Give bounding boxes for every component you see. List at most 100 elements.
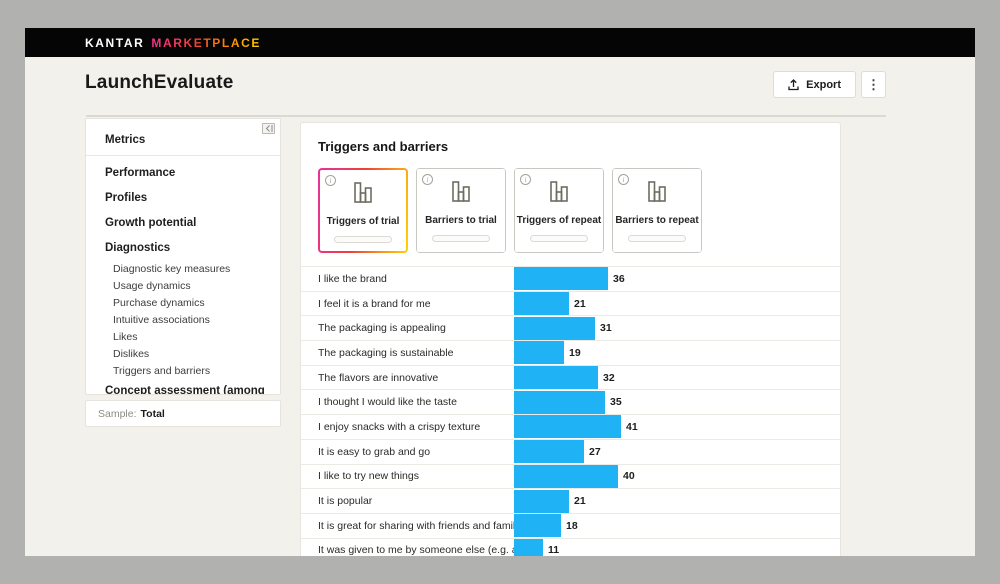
topbar: KANTAR MARKETPLACE: [25, 28, 975, 57]
chart-bar-value: 31: [600, 322, 612, 334]
kebab-icon: ⋮: [867, 77, 880, 93]
chart-bar-value: 18: [566, 520, 578, 532]
bar-chart-icon: [644, 180, 670, 208]
sidebar-item-diagnostics[interactable]: Diagnostics: [86, 235, 280, 260]
chart-bar-area: 31: [514, 316, 840, 340]
tab-card-slider[interactable]: [628, 235, 686, 242]
info-icon[interactable]: i: [325, 175, 336, 186]
tab-card-barriers-to-repeat[interactable]: iBarriers to repeat: [612, 168, 702, 253]
export-button-label: Export: [806, 79, 841, 91]
chart-bar[interactable]: [514, 292, 569, 315]
app-window: KANTAR MARKETPLACE LaunchEvaluate Export…: [25, 28, 975, 556]
tab-card-body: i Barriers to trial: [417, 169, 505, 252]
sidebar-item-intuitive-associations[interactable]: Intuitive associations: [86, 311, 280, 328]
chart-bar-value: 11: [548, 544, 559, 556]
chart-bar[interactable]: [514, 317, 595, 340]
sidebar-item-purchase-dynamics[interactable]: Purchase dynamics: [86, 294, 280, 311]
chart-bar[interactable]: [514, 391, 605, 414]
chart-row-label: It is easy to grab and go: [318, 446, 514, 458]
export-button[interactable]: Export: [773, 71, 856, 98]
chart-row: I feel it is a brand for me21: [301, 292, 840, 317]
chart-row-label: I like to try new things: [318, 470, 514, 482]
chart-bar[interactable]: [514, 415, 621, 438]
chart-bar-area: 19: [514, 341, 840, 365]
chart-bar-area: 11: [514, 539, 840, 556]
tab-card-label: Barriers to trial: [425, 215, 497, 226]
page-title: LaunchEvaluate: [85, 72, 234, 94]
chart-row-label: I like the brand: [318, 273, 514, 285]
chart-row-label: It is popular: [318, 495, 514, 507]
tab-card-body: i Triggers of repeat: [515, 169, 603, 252]
chart-row: The packaging is appealing31: [301, 316, 840, 341]
sample-selector[interactable]: Sample: Total: [85, 400, 281, 427]
chart-bar[interactable]: [514, 539, 543, 556]
metric-tabs-row: iTriggers of trialiBarriers to trialiTri…: [318, 168, 840, 253]
chart-bar-value: 40: [623, 470, 635, 482]
chart-bar-area: 41: [514, 415, 840, 439]
sidebar-item-metrics[interactable]: Metrics: [86, 127, 280, 152]
sidebar-item-triggers-and-barriers[interactable]: Triggers and barriers: [86, 362, 280, 379]
bar-chart-icon: [350, 181, 376, 209]
export-icon: [788, 79, 799, 91]
main-panel: Triggers and barriers iTriggers of trial…: [300, 122, 841, 556]
info-icon[interactable]: i: [520, 174, 531, 185]
sidebar-item-diagnostic-key-measures[interactable]: Diagnostic key measures: [86, 260, 280, 277]
chart-bar-area: 18: [514, 514, 840, 538]
chart-bar-area: 36: [514, 267, 840, 291]
sidebar-item-concept-assessment-among-unaware[interactable]: Concept assessment (among unaware): [86, 384, 280, 395]
tab-card-triggers-of-trial[interactable]: iTriggers of trial: [318, 168, 408, 253]
chart-bar[interactable]: [514, 514, 561, 537]
chart-row-label: I enjoy snacks with a crispy texture: [318, 421, 514, 433]
chart-bar-value: 19: [569, 347, 581, 359]
sidebar-nav-list: Metrics PerformanceProfilesGrowth potenti…: [86, 127, 280, 395]
bar-chart-icon: [448, 180, 474, 208]
chart-row: The packaging is sustainable19: [301, 341, 840, 366]
bar-chart: I like the brand 36 I feel it is a brand f…: [301, 266, 840, 556]
chart-bar[interactable]: [514, 490, 569, 513]
chart-bar[interactable]: [514, 465, 618, 488]
tab-card-slider[interactable]: [530, 235, 588, 242]
chart-bar-value: 35: [610, 396, 622, 408]
chart-bar-value: 41: [626, 421, 638, 433]
sidebar-item-dislikes[interactable]: Dislikes: [86, 345, 280, 362]
chart-bar[interactable]: [514, 366, 598, 389]
chart-bar[interactable]: [514, 440, 584, 463]
tab-card-slider[interactable]: [432, 235, 490, 242]
info-icon[interactable]: i: [422, 174, 433, 185]
chart-bar-area: 32: [514, 366, 840, 390]
sidebar-item-performance[interactable]: Performance: [86, 160, 280, 185]
info-icon[interactable]: i: [618, 174, 629, 185]
chart-bar[interactable]: [514, 267, 608, 290]
sidebar: Metrics PerformanceProfilesGrowth potenti…: [85, 118, 281, 395]
chart-row-label: I feel it is a brand for me: [318, 298, 514, 310]
chart-row: It was given to me by someone else (e.g.…: [301, 539, 840, 556]
chart-bar-area: 21: [514, 292, 840, 316]
chart-row: I thought I would like the taste35: [301, 390, 840, 415]
tab-card-triggers-of-repeat[interactable]: i Triggers of repeat: [514, 168, 604, 253]
section-heading: Triggers and barriers: [318, 139, 840, 154]
sidebar-item-profiles[interactable]: Profiles: [86, 185, 280, 210]
chart-bar-area: 27: [514, 440, 840, 464]
chart-bar-value: 32: [603, 372, 615, 384]
kantar-logo: KANTAR: [85, 36, 144, 50]
collapse-sidebar-icon[interactable]: [262, 123, 275, 134]
chart-bar[interactable]: [514, 341, 564, 364]
chart-row: It is easy to grab and go 27: [301, 440, 840, 465]
chart-bar-value: 36: [613, 273, 625, 285]
sidebar-item-usage-dynamics[interactable]: Usage dynamics: [86, 277, 280, 294]
sidebar-item-growth-potential[interactable]: Growth potential: [86, 210, 280, 235]
tab-card-slider[interactable]: [334, 236, 392, 243]
chart-bar-value: 27: [589, 446, 601, 458]
chart-row-label: The flavors are innovative: [318, 372, 514, 384]
chart-row: It is popular21: [301, 489, 840, 514]
chart-row: I enjoy snacks with a crispy texture 41: [301, 415, 840, 440]
chart-bar-area: 35: [514, 390, 840, 414]
tab-card-body: iBarriers to repeat: [613, 169, 701, 252]
kebab-menu-button[interactable]: ⋮: [861, 71, 886, 98]
chart-row: It is great for sharing with friends and…: [301, 514, 840, 539]
chart-row: The flavors are innovative 32: [301, 366, 840, 391]
chart-row-label: It was given to me by someone else (e.g.…: [318, 544, 514, 556]
sidebar-item-likes[interactable]: Likes: [86, 328, 280, 345]
tab-card-label: Triggers of repeat: [517, 215, 601, 226]
tab-card-barriers-to-trial[interactable]: i Barriers to trial: [416, 168, 506, 253]
